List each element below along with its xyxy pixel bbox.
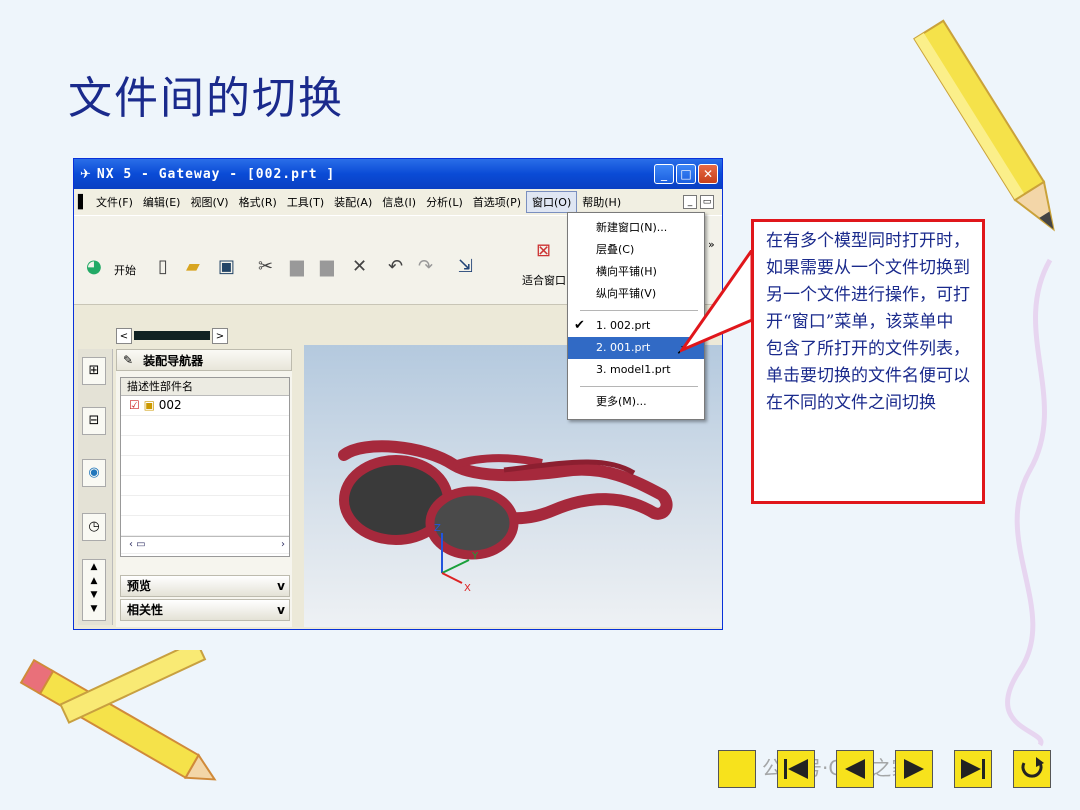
column-header[interactable]: 描述性部件名 [121, 378, 289, 396]
checkbox-icon[interactable]: ☑ [129, 398, 140, 412]
new-file-icon[interactable]: ▯ [158, 256, 168, 277]
return-icon [1021, 757, 1044, 778]
resource-bar-scroll-icon[interactable]: ▲ ▲ ▼ ▼ [82, 559, 106, 621]
menu-window[interactable]: 窗口(O) [526, 191, 578, 213]
start-button[interactable]: 开始 [114, 262, 136, 278]
menu-new-window[interactable]: 新建窗口(N)... [568, 217, 704, 239]
window-title: NX 5 - Gateway - [002.prt ] [96, 166, 336, 182]
slide-title: 文件间的切换 [68, 73, 344, 124]
menu-file-2-label: 2. 001.prt [596, 341, 651, 354]
web-browser-tab-icon[interactable]: ◉ [82, 459, 106, 487]
command-finder-icon[interactable]: ⇲ [458, 256, 473, 277]
assembly-navigator: ✎ 装配导航器 描述性部件名 ☑ ▣ 002 ‹ ▭ › 预览 v 相关性 v [116, 349, 292, 627]
cut-icon[interactable]: ✂ [258, 256, 273, 277]
menu-view[interactable]: 视图(V) [185, 192, 233, 212]
assembly-navigator-tab-icon[interactable]: ⊞ [82, 357, 106, 385]
scroll-right-icon[interactable]: > [212, 328, 228, 344]
callout-pointer [680, 250, 754, 353]
start-icon: ◕ [86, 256, 102, 277]
menu-file[interactable]: 文件(F) [91, 192, 138, 212]
fit-window-icon: ⊠ [536, 240, 552, 261]
dependency-label: 相关性 [127, 603, 164, 617]
tree-h-scrollbar[interactable]: ‹ ▭ › [121, 536, 289, 554]
tree-node-label: 002 [158, 398, 182, 412]
window-titlebar[interactable]: ✈ NX 5 - Gateway - [002.prt ] _ □ ✕ [74, 159, 722, 189]
navigator-header: ✎ 装配导航器 [116, 349, 292, 371]
navigator-scroll[interactable]: < > [74, 326, 304, 348]
copy-icon[interactable]: ▆ [290, 256, 304, 277]
menu-analysis[interactable]: 分析(L) [421, 192, 468, 212]
menu-file-1-label: 1. 002.prt [596, 319, 651, 332]
fit-window-button[interactable]: 适合窗口 [522, 272, 566, 288]
preview-label: 预览 [127, 579, 152, 593]
part-icon: ▣ [143, 398, 155, 412]
close-button[interactable]: ✕ [698, 164, 718, 184]
menu-help[interactable]: 帮助(H) [577, 192, 626, 212]
navigator-title: 装配导航器 [143, 353, 204, 368]
dependency-panel[interactable]: 相关性 v [120, 599, 290, 621]
menu-more[interactable]: 更多(M)... [568, 391, 704, 413]
preview-panel[interactable]: 预览 v [120, 575, 290, 597]
pin-icon[interactable]: ✎ [123, 353, 133, 367]
first-icon [784, 759, 808, 779]
menu-assembly[interactable]: 装配(A) [329, 192, 377, 212]
open-folder-icon[interactable]: ▰ [186, 256, 200, 277]
paste-icon[interactable]: ▆ [320, 256, 334, 277]
menu-info[interactable]: 信息(I) [377, 192, 421, 212]
maximize-button[interactable]: □ [676, 164, 696, 184]
menu-edit[interactable]: 编辑(E) [138, 192, 186, 212]
last-slide-button[interactable] [954, 750, 992, 788]
history-tab-icon[interactable]: ◷ [82, 513, 106, 541]
previous-icon [845, 759, 865, 779]
nx-logo-icon: ✈ [80, 166, 91, 182]
doc-restore-button[interactable]: ▭ [700, 195, 714, 209]
blank-button[interactable] [718, 750, 756, 788]
document-icon: ▌ [78, 194, 88, 210]
axis-z-label: Z [434, 523, 441, 534]
delete-icon[interactable]: ✕ [352, 256, 367, 277]
axis-y-label: Y [471, 551, 479, 562]
resource-bar: ⊞ ⊟ ◉ ◷ ▲ ▲ ▼ ▼ [78, 349, 113, 625]
redo-icon[interactable]: ↷ [418, 256, 433, 277]
next-slide-button[interactable] [895, 750, 933, 788]
previous-slide-button[interactable] [836, 750, 874, 788]
last-icon [961, 759, 985, 779]
callout-text-box: 在有多个模型同时打开时，如果需要从一个文件切换到另一个文件进行操作，可打开“窗口… [751, 219, 985, 504]
chevron-down-icon[interactable]: v [277, 600, 285, 620]
part-navigator-tab-icon[interactable]: ⊟ [82, 407, 106, 435]
chevron-down-icon[interactable]: v [277, 576, 285, 596]
tree-node-002[interactable]: ☑ ▣ 002 [121, 396, 289, 416]
scroll-thumb[interactable] [134, 331, 210, 340]
scroll-left-icon[interactable]: < [116, 328, 132, 344]
menu-format[interactable]: 格式(R) [234, 192, 282, 212]
doc-minimize-button[interactable]: _ [683, 195, 697, 209]
undo-icon[interactable]: ↶ [388, 256, 403, 277]
minimize-button[interactable]: _ [654, 164, 674, 184]
navigator-tree: 描述性部件名 ☑ ▣ 002 ‹ ▭ › [120, 377, 290, 557]
axis-x-label: X [464, 583, 471, 594]
checkmark-icon: ✔ [574, 318, 585, 333]
pencil-decoration-bottom-left [19, 650, 217, 781]
menu-preferences[interactable]: 首选项(P) [468, 192, 526, 212]
save-icon[interactable]: ▣ [218, 256, 235, 277]
menu-tools[interactable]: 工具(T) [282, 192, 329, 212]
return-button[interactable] [1013, 750, 1051, 788]
scribble-decoration-right [1005, 258, 1053, 747]
next-icon [904, 759, 924, 779]
first-slide-button[interactable] [777, 750, 815, 788]
